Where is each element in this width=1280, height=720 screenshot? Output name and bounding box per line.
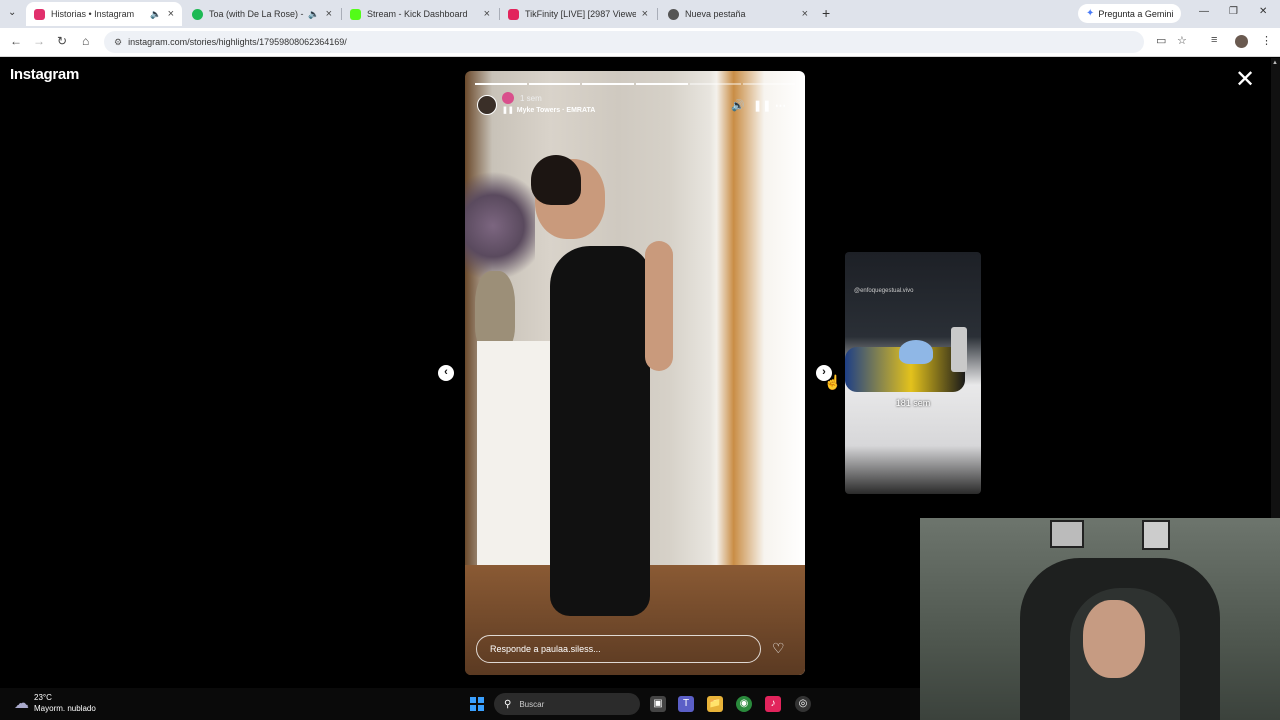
progress-segment bbox=[475, 83, 527, 85]
preview-handle: @enfoquegestual.vivo bbox=[854, 288, 914, 294]
tab-title: Nueva pestaña bbox=[685, 9, 746, 19]
tab-spotify[interactable]: Toa (with De La Rose) - Dei 🔈 × bbox=[184, 2, 340, 26]
tab-title: Toa (with De La Rose) - Dei bbox=[209, 9, 304, 19]
tiktok-live-icon[interactable]: ♪ bbox=[765, 696, 781, 712]
tab-kick[interactable]: Stream - Kick Dashboard × bbox=[342, 2, 498, 26]
reading-list-icon[interactable]: ≡ bbox=[1211, 34, 1217, 46]
story-photo-hair bbox=[531, 155, 581, 205]
like-heart-icon[interactable]: ♡ bbox=[772, 640, 785, 657]
speaker-icon[interactable]: 🔈 bbox=[308, 9, 319, 20]
tab-title: Stream - Kick Dashboard bbox=[367, 9, 468, 19]
gemini-label: Pregunta a Gemini bbox=[1098, 8, 1174, 19]
tab-close-icon[interactable]: × bbox=[642, 8, 648, 20]
tab-tikfinity[interactable]: TikFinity [LIVE] [2987 Viewers] × bbox=[500, 2, 656, 26]
spotify-favicon-icon bbox=[192, 8, 203, 20]
webcam-face bbox=[1083, 600, 1145, 678]
profile-avatar[interactable] bbox=[1235, 35, 1248, 48]
site-settings-icon[interactable]: ⚙ bbox=[114, 37, 122, 48]
window-close-icon[interactable]: ✕ bbox=[1259, 6, 1267, 17]
restore-icon[interactable]: ❐ bbox=[1229, 6, 1238, 17]
cloud-weather-icon: ☁ bbox=[14, 694, 29, 712]
taskbar-search-placeholder: Buscar bbox=[519, 699, 545, 709]
next-story-preview[interactable]: @enfoquegestual.vivo 181 sem bbox=[845, 252, 981, 494]
tikfinity-favicon-icon bbox=[508, 8, 519, 20]
close-story-icon[interactable]: ✕ bbox=[1235, 68, 1255, 92]
forward-arrow-icon[interactable]: → bbox=[33, 34, 45, 48]
search-icon: ⚲ bbox=[504, 698, 512, 710]
progress-segment bbox=[636, 83, 688, 85]
menu-kebab-icon[interactable]: ⋮ bbox=[1261, 34, 1272, 47]
story-time-ago: 1 sem bbox=[520, 94, 542, 103]
page-scrollbar[interactable]: ▲ bbox=[1271, 58, 1280, 518]
story-photo-arm bbox=[645, 241, 673, 371]
progress-segment bbox=[689, 83, 742, 85]
browser-toolbar: ← → ↻ ⌂ ⚙ instagram.com/stories/highligh… bbox=[0, 28, 1280, 57]
preview-time-ago: 181 sem bbox=[895, 398, 931, 408]
music-bars-icon: ❚❚ bbox=[502, 107, 514, 114]
url-text[interactable]: instagram.com/stories/highlights/1795980… bbox=[128, 37, 347, 47]
weather-widget[interactable]: ☁ 23°C Mayorm. nublado bbox=[14, 692, 96, 714]
reply-placeholder: Responde a paulaa.siless... bbox=[490, 644, 601, 654]
taskbar-search[interactable]: ⚲ Buscar bbox=[494, 693, 640, 715]
windows-start-icon[interactable] bbox=[470, 697, 484, 711]
tab-title: Historias • Instagram bbox=[51, 9, 135, 19]
tab-search-icon[interactable]: ⌄ bbox=[8, 7, 16, 18]
chrome-favicon-icon bbox=[668, 8, 679, 20]
teams-icon[interactable]: T bbox=[678, 696, 694, 712]
story-user-badge[interactable] bbox=[502, 92, 514, 104]
home-icon[interactable]: ⌂ bbox=[82, 34, 89, 48]
gemini-sparkle-icon: ✦ bbox=[1086, 8, 1095, 19]
tab-close-icon[interactable]: × bbox=[168, 8, 174, 20]
bookmark-star-icon[interactable]: ☆ bbox=[1177, 34, 1187, 47]
volume-icon[interactable]: 🔊 bbox=[731, 99, 745, 112]
tab-instagram[interactable]: Historias • Instagram 🔈 × bbox=[26, 2, 182, 26]
gemini-button[interactable]: ✦ Pregunta a Gemini bbox=[1078, 4, 1182, 23]
tab-close-icon[interactable]: × bbox=[802, 8, 808, 20]
more-options-icon[interactable]: ⋯ bbox=[775, 99, 786, 112]
preview-photo-helmet bbox=[899, 340, 933, 364]
story-photo-vase bbox=[475, 271, 515, 351]
tab-new-tab[interactable]: Nueva pestaña × bbox=[660, 2, 816, 26]
task-view-icon[interactable]: ▣ bbox=[650, 696, 666, 712]
mouse-pointer-icon: ☝ bbox=[824, 374, 842, 390]
story-author-avatar[interactable] bbox=[477, 95, 497, 115]
minimize-icon[interactable]: — bbox=[1199, 6, 1209, 17]
back-arrow-icon[interactable]: ← bbox=[10, 34, 22, 48]
reload-icon[interactable]: ↻ bbox=[57, 34, 67, 48]
chrome-icon[interactable]: ◉ bbox=[736, 696, 752, 712]
tab-title: TikFinity [LIVE] [2987 Viewers] bbox=[525, 9, 636, 19]
instagram-logo[interactable]: Instagram bbox=[10, 66, 79, 83]
progress-segment bbox=[582, 83, 635, 85]
webcam-overlay bbox=[920, 518, 1280, 720]
install-app-icon[interactable]: ▭ bbox=[1156, 34, 1166, 47]
wall-picture bbox=[1142, 520, 1170, 550]
tab-close-icon[interactable]: × bbox=[326, 8, 332, 20]
new-tab-plus-icon[interactable]: + bbox=[822, 5, 830, 21]
progress-segment bbox=[743, 83, 796, 85]
obs-icon[interactable]: ◎ bbox=[795, 696, 811, 712]
weather-temperature: 23°C bbox=[34, 693, 52, 702]
pause-icon[interactable]: ❚❚ bbox=[753, 99, 771, 112]
wall-picture bbox=[1050, 520, 1084, 548]
previous-story-icon[interactable]: ‹ bbox=[438, 365, 454, 381]
speaker-icon[interactable]: 🔈 bbox=[150, 9, 161, 20]
instagram-favicon-icon bbox=[34, 8, 45, 20]
scroll-up-arrow-icon[interactable]: ▲ bbox=[1272, 60, 1278, 66]
reply-input[interactable]: Responde a paulaa.siless... bbox=[476, 635, 761, 663]
story-music-label: Myke Towers · EMRATA bbox=[516, 107, 596, 114]
file-explorer-icon[interactable]: 📁 bbox=[707, 696, 723, 712]
kick-favicon-icon bbox=[350, 8, 361, 20]
story-progress-bar bbox=[475, 83, 796, 85]
story-media[interactable]: 1 sem ❚❚ Myke Towers · EMRATA 🔊 ❚❚ ⋯ Resp… bbox=[465, 71, 805, 675]
story-photo-person bbox=[550, 246, 650, 616]
progress-segment bbox=[528, 83, 581, 85]
address-bar[interactable]: ⚙ instagram.com/stories/highlights/17959… bbox=[104, 31, 1144, 53]
weather-condition: Mayorm. nublado bbox=[34, 704, 96, 713]
preview-photo-bottle bbox=[951, 327, 967, 372]
windows-taskbar: ☁ 23°C Mayorm. nublado ⚲ Buscar ▣ T 📁 ◉ … bbox=[0, 688, 920, 720]
tab-separator bbox=[657, 8, 658, 20]
browser-tab-strip: ⌄ Historias • Instagram 🔈 × Toa (with De… bbox=[0, 0, 1280, 28]
tab-close-icon[interactable]: × bbox=[484, 8, 490, 20]
story-music[interactable]: ❚❚ Myke Towers · EMRATA bbox=[502, 106, 595, 114]
